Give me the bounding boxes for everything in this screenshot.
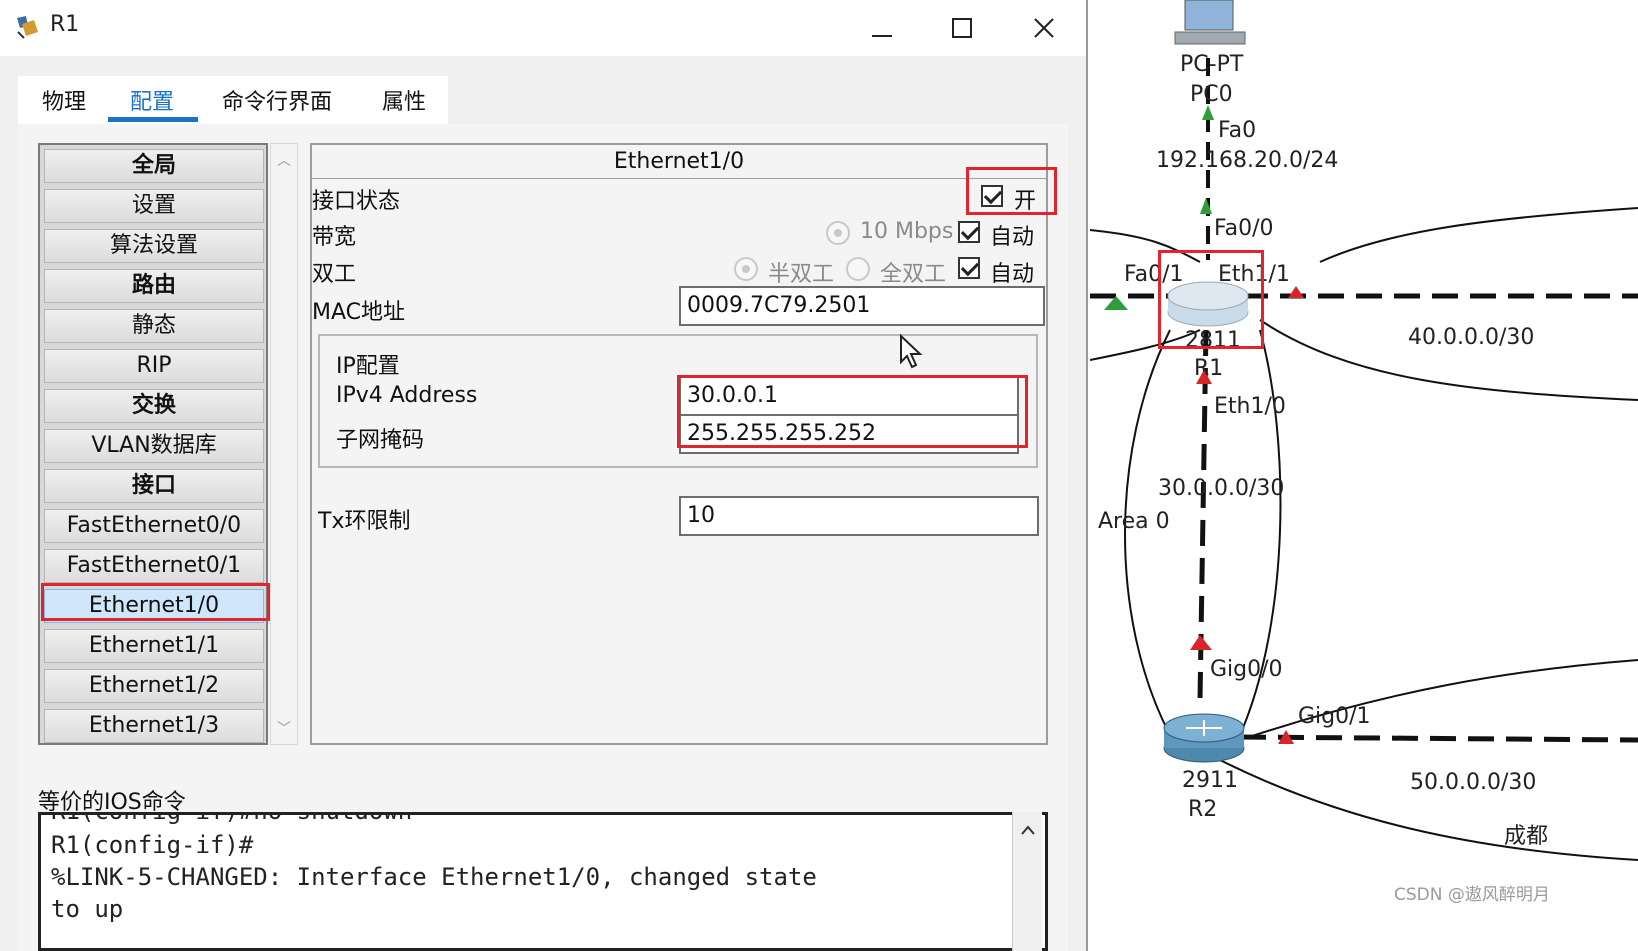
r1-fa00-label: Fa0/0 bbox=[1214, 216, 1274, 241]
pc-name-label: PC0 bbox=[1190, 82, 1233, 107]
nav-item-ethernet1-1[interactable]: Ethernet1/1 bbox=[44, 629, 264, 663]
nav-item-fastethernet0-0[interactable]: FastEthernet0/0 bbox=[44, 509, 264, 543]
duplex-auto-checkbox[interactable] bbox=[958, 257, 980, 279]
nav-item-ethernet1-3[interactable]: Ethernet1/3 bbox=[44, 709, 264, 743]
ospf-area-label: Area 0 bbox=[1098, 509, 1170, 534]
nav-item-rip[interactable]: RIP bbox=[44, 349, 264, 383]
pc-model-label: PC-PT bbox=[1180, 52, 1244, 77]
nav-header-routing[interactable]: 路由 bbox=[44, 269, 264, 303]
close-icon[interactable] bbox=[1024, 8, 1064, 48]
bandwidth-label: 带宽 bbox=[312, 225, 357, 250]
console-line: R1(config-if)#no shutdown bbox=[51, 815, 412, 825]
r1-eth10-label: Eth1/0 bbox=[1214, 394, 1286, 419]
nav-item-algorithm-settings[interactable]: 算法设置 bbox=[44, 229, 264, 263]
scroll-up-icon[interactable] bbox=[1020, 824, 1036, 836]
duplex-auto-label: 自动 bbox=[990, 262, 1035, 287]
network-topology-canvas[interactable]: PC-PT PC0 Fa0 192.168.20.0/24 Fa0/0 Fa0/… bbox=[1090, 0, 1638, 951]
network-label-192: 192.168.20.0/24 bbox=[1156, 148, 1339, 173]
mac-address-field[interactable]: 0009.7C79.2501 bbox=[679, 286, 1045, 326]
network-label-30: 30.0.0.0/30 bbox=[1158, 476, 1285, 501]
nav-item-ethernet1-2[interactable]: Ethernet1/2 bbox=[44, 669, 264, 703]
console-line: to up bbox=[51, 895, 124, 923]
r1-fa01-label: Fa0/1 bbox=[1124, 262, 1184, 287]
maximize-icon[interactable] bbox=[942, 8, 982, 48]
router-config-window: R1 物理 配置 命令行界面 属性 全局 设置 算法设置 路由 静态 RIP 交… bbox=[0, 0, 1088, 951]
console-line: %LINK-5-CHANGED: Interface Ethernet1/0, … bbox=[51, 863, 817, 891]
nav-item-ethernet1-0[interactable]: Ethernet1/0 bbox=[44, 589, 264, 623]
tx-ring-limit-field[interactable]: 10 bbox=[679, 496, 1039, 536]
config-nav-list: 全局 设置 算法设置 路由 静态 RIP 交换 VLAN数据库 接口 FastE… bbox=[38, 143, 268, 745]
mouse-cursor-icon bbox=[900, 334, 923, 369]
ios-command-console[interactable]: R1(config-if)#no shutdown R1(config-if)#… bbox=[38, 812, 1048, 951]
nav-header-global[interactable]: 全局 bbox=[44, 149, 264, 183]
r2-gig01-label: Gig0/1 bbox=[1298, 704, 1371, 729]
r2-gig00-label: Gig0/0 bbox=[1210, 657, 1283, 682]
ipv4-address-field[interactable]: 30.0.0.1 bbox=[679, 376, 1019, 416]
tab-bar: 物理 配置 命令行界面 属性 bbox=[18, 76, 448, 124]
tab-cli[interactable]: 命令行界面 bbox=[220, 84, 334, 120]
router-app-icon bbox=[17, 16, 38, 39]
ip-config-label: IP配置 bbox=[336, 354, 400, 379]
ipv4-address-label: IPv4 Address bbox=[336, 383, 478, 408]
bandwidth-auto-label: 自动 bbox=[990, 225, 1035, 250]
watermark-text: CSDN @遨风醉明月 bbox=[1394, 885, 1550, 905]
subnet-mask-label: 子网掩码 bbox=[336, 428, 425, 453]
tx-ring-limit-label: Tx环限制 bbox=[318, 509, 411, 534]
nav-item-settings[interactable]: 设置 bbox=[44, 189, 264, 223]
nav-scrollbar[interactable]: ︿ ﹀ bbox=[270, 143, 298, 745]
pc-port-label: Fa0 bbox=[1218, 118, 1257, 143]
tab-config[interactable]: 配置 bbox=[128, 84, 176, 120]
full-duplex-label: 全双工 bbox=[880, 262, 947, 287]
port-status-checkbox[interactable] bbox=[981, 185, 1003, 207]
tab-attributes[interactable]: 属性 bbox=[380, 84, 428, 120]
half-duplex-radio[interactable] bbox=[734, 257, 758, 281]
scroll-up-icon[interactable]: ︿ bbox=[277, 150, 291, 170]
active-tab-indicator bbox=[108, 117, 198, 122]
port-status-label: 接口状态 bbox=[312, 189, 401, 214]
console-line: R1(config-if)# bbox=[51, 831, 254, 859]
bandwidth-10mbps-label: 10 Mbps bbox=[860, 219, 954, 244]
network-label-50: 50.0.0.0/30 bbox=[1410, 770, 1537, 795]
city-label: 成都 bbox=[1504, 824, 1549, 849]
nav-item-fastethernet0-1[interactable]: FastEthernet0/1 bbox=[44, 549, 264, 583]
scroll-down-icon[interactable]: ﹀ bbox=[277, 718, 291, 738]
bandwidth-auto-checkbox[interactable] bbox=[958, 221, 980, 243]
tab-physical[interactable]: 物理 bbox=[40, 84, 88, 120]
r2-name-label: R2 bbox=[1188, 797, 1218, 822]
network-label-40: 40.0.0.0/30 bbox=[1408, 325, 1535, 350]
mac-address-label: MAC地址 bbox=[312, 300, 406, 325]
bandwidth-10mbps-radio[interactable] bbox=[826, 221, 850, 245]
console-scrollbar[interactable] bbox=[1012, 812, 1042, 951]
interface-title: Ethernet1/0 bbox=[312, 145, 1046, 179]
duplex-label: 双工 bbox=[312, 262, 357, 287]
nav-item-vlan-database[interactable]: VLAN数据库 bbox=[44, 429, 264, 463]
title-bar: R1 bbox=[0, 0, 1086, 56]
nav-item-static[interactable]: 静态 bbox=[44, 309, 264, 343]
nav-header-switching[interactable]: 交换 bbox=[44, 389, 264, 423]
subnet-mask-field[interactable]: 255.255.255.252 bbox=[679, 414, 1019, 454]
port-on-label: 开 bbox=[1014, 189, 1037, 214]
full-duplex-radio[interactable] bbox=[846, 257, 870, 281]
minimize-icon[interactable] bbox=[862, 8, 902, 48]
r1-eth11-label: Eth1/1 bbox=[1218, 262, 1290, 287]
r1-name-label: R1 bbox=[1194, 356, 1224, 381]
half-duplex-label: 半双工 bbox=[768, 262, 835, 287]
r2-model-label: 2911 bbox=[1182, 768, 1238, 793]
window-title: R1 bbox=[50, 12, 80, 37]
r1-model-label: 2811 bbox=[1185, 328, 1241, 353]
nav-header-interface[interactable]: 接口 bbox=[44, 469, 264, 503]
